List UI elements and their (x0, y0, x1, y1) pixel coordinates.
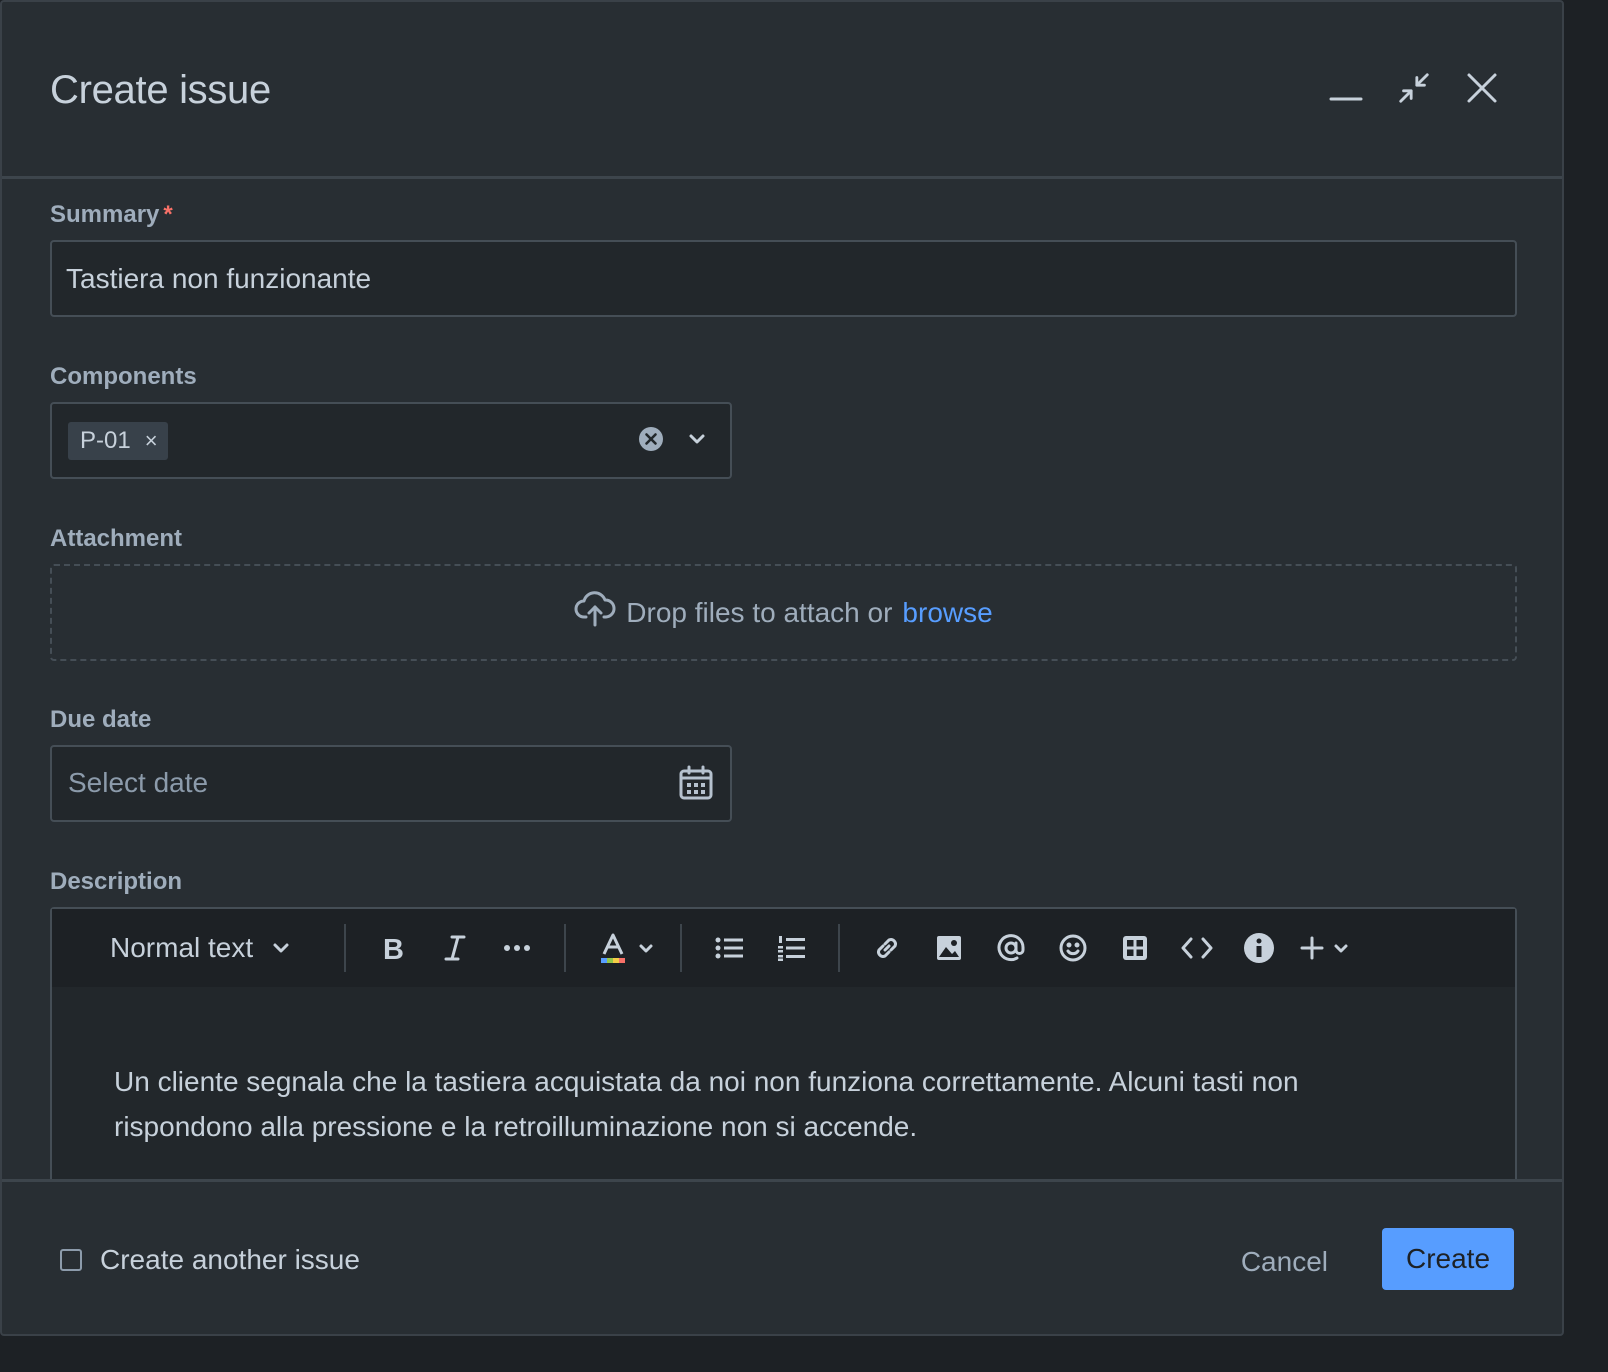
create-another-checkbox[interactable] (60, 1249, 82, 1271)
dialog-body: Summary* Components P-01 × Attachment (2, 179, 1562, 1179)
collapse-icon[interactable] (1396, 68, 1432, 108)
text-style-label: Normal text (110, 932, 254, 963)
numbered-list-icon[interactable] (760, 935, 822, 961)
toolbar-divider (564, 924, 566, 972)
summary-field (50, 240, 1517, 317)
header-actions (1328, 68, 1500, 108)
description-label: Description (50, 868, 183, 895)
chevron-down-icon (639, 944, 653, 953)
create-another-label: Create another issue (100, 1244, 360, 1275)
attachment-label: Attachment (50, 525, 183, 552)
dialog-footer: Create another issue Cancel Create (2, 1179, 1562, 1334)
more-formatting-icon[interactable] (486, 944, 548, 952)
dialog-title: Create issue (50, 68, 271, 112)
toolbar-divider (680, 924, 682, 972)
due-date-label: Due date (50, 706, 152, 733)
text-color-icon[interactable] (582, 932, 672, 964)
chevron-down-icon[interactable] (686, 428, 708, 455)
summary-input[interactable] (52, 242, 1515, 315)
code-icon[interactable] (1166, 936, 1228, 960)
calendar-icon[interactable] (678, 765, 714, 806)
cloud-upload-icon (574, 590, 616, 635)
components-select[interactable]: P-01 × (50, 402, 732, 479)
components-label: Components (50, 363, 197, 390)
mention-icon[interactable] (980, 933, 1042, 963)
bold-icon[interactable]: B (362, 934, 424, 962)
required-indicator: * (163, 201, 173, 228)
svg-text:B: B (383, 934, 404, 962)
insert-plus-icon[interactable] (1290, 936, 1360, 960)
editor-toolbar: Normal text B (52, 909, 1515, 987)
cancel-button[interactable]: Cancel (1241, 1232, 1328, 1292)
text-style-dropdown[interactable]: Normal text (110, 932, 338, 964)
image-icon[interactable] (918, 935, 980, 961)
clear-selection-icon[interactable] (638, 426, 664, 457)
components-select-actions (638, 426, 708, 457)
summary-label: Summary * (50, 201, 173, 228)
italic-icon[interactable] (424, 934, 486, 962)
description-content[interactable]: Un cliente segnala che la tastiera acqui… (114, 1059, 1354, 1149)
info-panel-icon[interactable] (1228, 932, 1290, 964)
due-date-field[interactable]: Select date (50, 745, 732, 822)
browse-link[interactable]: browse (902, 597, 992, 629)
bullet-list-icon[interactable] (698, 936, 760, 960)
create-another-option[interactable]: Create another issue (60, 1244, 360, 1276)
create-issue-dialog: Create issue Summary* Components P-01 (0, 0, 1564, 1336)
due-date-placeholder: Select date (68, 767, 209, 798)
create-button[interactable]: Create (1382, 1228, 1514, 1290)
attachment-dropzone[interactable]: Drop files to attach or browse (50, 564, 1517, 661)
description-editor[interactable]: Normal text B Un cliente segnala che la … (50, 907, 1517, 1179)
remove-tag-icon[interactable]: × (145, 428, 158, 454)
table-icon[interactable] (1104, 935, 1166, 961)
dropzone-text: Drop files to attach or (626, 596, 893, 628)
toolbar-divider (838, 924, 840, 972)
toolbar-divider (344, 924, 346, 972)
chevron-down-icon (1334, 944, 1348, 953)
emoji-icon[interactable] (1042, 933, 1104, 963)
link-icon[interactable] (856, 934, 918, 962)
chevron-down-icon (273, 943, 289, 953)
component-tag-label: P-01 (80, 427, 131, 454)
close-icon[interactable] (1464, 68, 1500, 108)
component-tag: P-01 × (68, 422, 168, 460)
minimize-icon[interactable] (1328, 68, 1364, 108)
dialog-header: Create issue (2, 2, 1562, 179)
